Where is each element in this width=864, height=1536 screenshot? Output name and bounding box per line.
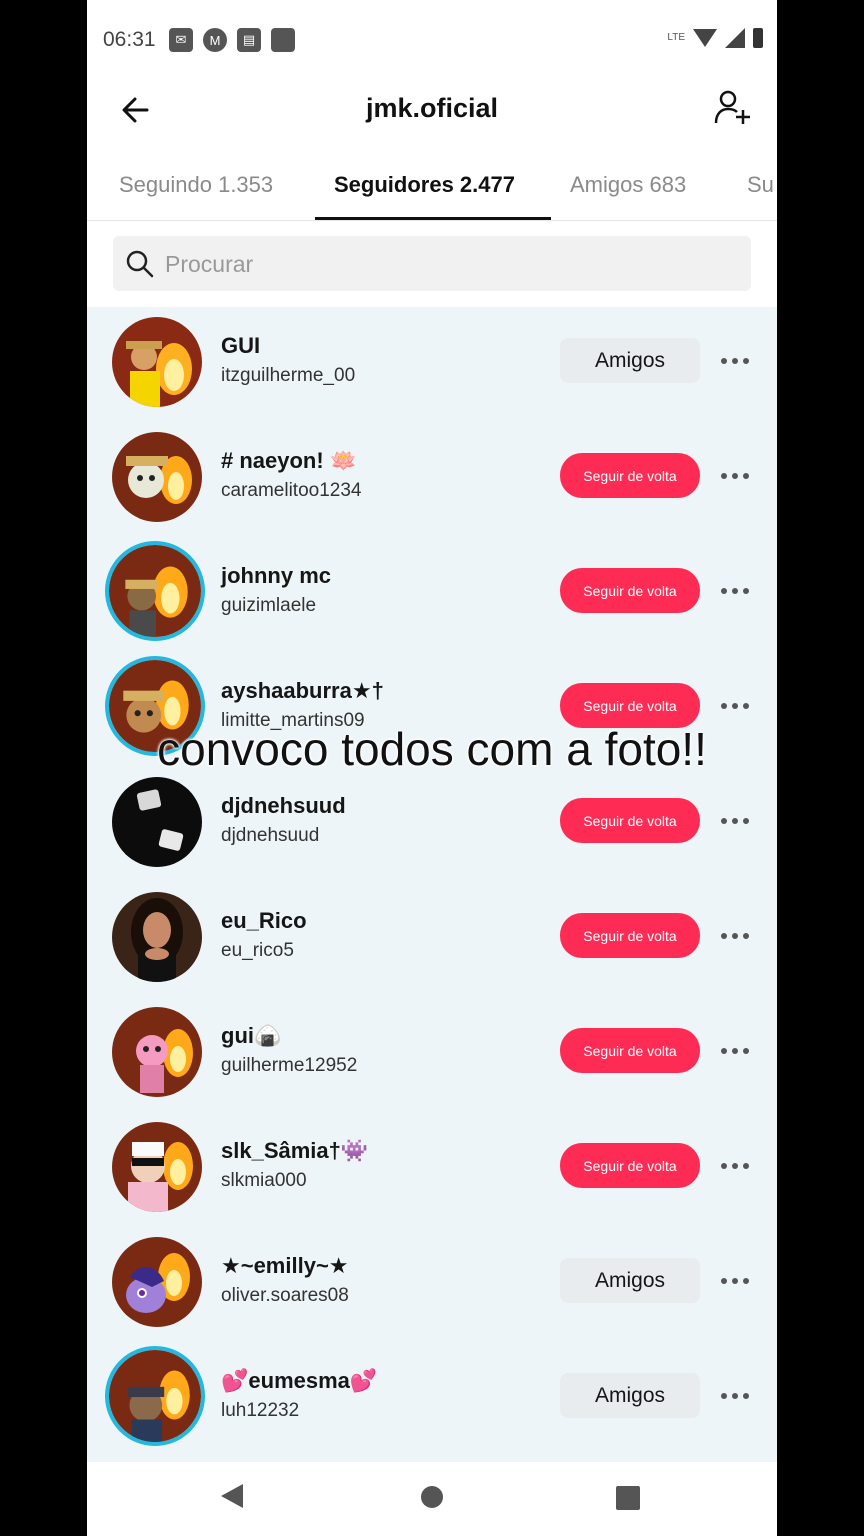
list-item[interactable]: 💕eumesma💕 luh12232 Amigos [87,1342,777,1457]
app-notification-icon [271,28,295,52]
username: oliver.soares08 [221,1285,349,1306]
avatar[interactable] [112,1122,202,1212]
list-item[interactable]: ★~emilly~★ oliver.soares08 Amigos [87,1227,777,1342]
followers-list: GUI itzguilherme_00 Amigos # naeyon! 🪷 c… [87,307,777,1462]
follow-back-button[interactable]: Seguir de volta [560,798,700,843]
tab-following[interactable]: Seguindo 1.353 [119,172,273,198]
status-bar: 06:31 ✉ M ▤ LTE [87,0,777,80]
username: guilherme12952 [221,1055,358,1076]
battery-icon [753,28,763,48]
nav-recents-icon[interactable] [616,1486,640,1510]
active-tab-indicator [315,217,551,220]
more-options-icon[interactable] [717,921,753,951]
signal-icon [725,28,745,48]
username: guizimlaele [221,595,317,616]
more-options-icon[interactable] [717,806,753,836]
video-caption-overlay: convoco todos com a foto!! [157,723,707,775]
more-options-icon[interactable] [717,461,753,491]
system-status-icons: LTE [667,28,763,48]
follow-back-button[interactable]: Seguir de volta [560,913,700,958]
avatar[interactable] [112,1237,202,1327]
display-name: ayshaaburra★† [221,678,384,703]
page-title: jmk.oficial [365,93,499,123]
list-item[interactable]: djdnehsuud djdnehsuud Seguir de volta [87,767,777,882]
nav-back-icon[interactable] [221,1484,243,1508]
follow-back-button[interactable]: Seguir de volta [560,453,700,498]
search-icon [126,250,154,278]
avatar-with-story-ring[interactable] [105,1346,205,1446]
username: slkmia000 [221,1170,307,1191]
system-nav-bar [87,1462,777,1536]
username: caramelitoo1234 [221,480,362,501]
display-name: johnny mc [221,563,332,588]
wifi-icon [693,29,717,47]
tab-suggested[interactable]: Su [747,172,774,198]
more-options-icon[interactable] [717,1151,753,1181]
more-options-icon[interactable] [717,691,753,721]
list-item[interactable]: johnny mc guizimlaele Seguir de volta [87,537,777,652]
avatar[interactable] [112,892,202,982]
motorola-icon: M [203,28,227,52]
more-options-icon[interactable] [717,1381,753,1411]
avatar-with-story-ring[interactable] [105,541,205,641]
status-time: 06:31 [103,28,156,51]
list-item[interactable]: GUI itzguilherme_00 Amigos [87,307,777,422]
display-name: djdnehsuud [221,793,346,818]
avatar[interactable] [112,777,202,867]
username: eu_rico5 [221,940,294,961]
avatar[interactable] [112,317,202,407]
notification-icons: ✉ M ▤ [169,28,295,52]
clipboard-icon: ▤ [237,28,261,52]
username: luh12232 [221,1400,300,1421]
display-name: # naeyon! 🪷 [221,448,358,473]
list-item[interactable]: # naeyon! 🪷 caramelitoo1234 Seguir de vo… [87,422,777,537]
list-item[interactable]: gui🍙 guilherme12952 Seguir de volta [87,997,777,1112]
nav-home-icon[interactable] [421,1486,443,1508]
display-name: gui🍙 [221,1023,282,1048]
follow-back-button[interactable]: Seguir de volta [560,568,700,613]
avatar[interactable] [112,432,202,522]
display-name: ★~emilly~★ [221,1253,349,1278]
follow-back-button[interactable]: Seguir de volta [560,1028,700,1073]
display-name: GUI [221,333,261,358]
header: jmk.oficial [87,80,777,140]
friends-button[interactable]: Amigos [560,338,700,383]
add-friend-icon[interactable] [713,88,753,128]
lte-icon: LTE [667,32,685,43]
more-options-icon[interactable] [717,346,753,376]
display-name: 💕eumesma💕 [221,1368,378,1393]
follow-tabs: Seguindo 1.353 Seguidores 2.477 Amigos 6… [87,160,777,221]
tab-followers[interactable]: Seguidores 2.477 [334,172,515,198]
display-name: slk_Sâmia†👾 [221,1138,369,1163]
friends-button[interactable]: Amigos [560,1258,700,1303]
tab-friends[interactable]: Amigos 683 [570,172,686,198]
message-notification-icon: ✉ [169,28,193,52]
more-options-icon[interactable] [717,1266,753,1296]
more-options-icon[interactable] [717,1036,753,1066]
avatar[interactable] [112,1007,202,1097]
list-item[interactable]: eu_Rico eu_rico5 Seguir de volta [87,882,777,997]
more-options-icon[interactable] [717,576,753,606]
username: djdnehsuud [221,825,320,846]
search-bar [113,236,751,291]
follow-back-button[interactable]: Seguir de volta [560,1143,700,1188]
username: itzguilherme_00 [221,365,356,386]
list-item[interactable]: slk_Sâmia†👾 slkmia000 Seguir de volta [87,1112,777,1227]
search-input[interactable] [163,244,727,284]
friends-button[interactable]: Amigos [560,1373,700,1418]
display-name: eu_Rico [221,908,307,933]
